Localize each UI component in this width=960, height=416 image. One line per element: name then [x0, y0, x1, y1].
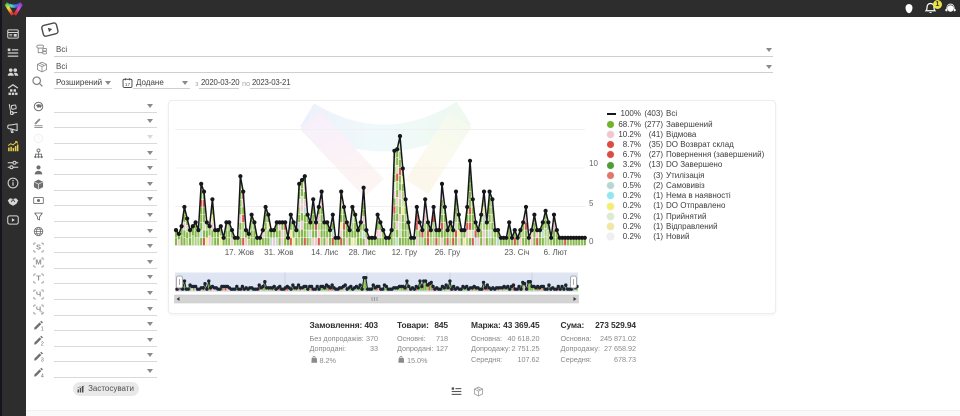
svg-text:6. Лют: 6. Лют: [544, 248, 568, 257]
svg-text:M: M: [35, 258, 41, 267]
svg-text:26. Гру: 26. Гру: [435, 248, 461, 257]
svg-text:23. Січ: 23. Січ: [504, 248, 529, 257]
svg-text:5: 5: [589, 199, 594, 208]
svg-text:17. Жов: 17. Жов: [225, 248, 254, 257]
svg-text:T: T: [36, 273, 41, 282]
svg-text:2: 2: [41, 342, 44, 346]
svg-text:12. Гру: 12. Гру: [392, 248, 418, 257]
svg-text:10: 10: [589, 159, 598, 168]
svg-text:1: 1: [41, 326, 44, 330]
svg-text:б: б: [41, 311, 43, 315]
svg-text:S: S: [36, 242, 41, 251]
svg-text:4: 4: [41, 373, 44, 377]
svg-text:?: ?: [37, 136, 40, 142]
svg-text:17: 17: [125, 82, 131, 88]
svg-text:3: 3: [41, 358, 44, 362]
svg-text:0: 0: [589, 237, 594, 246]
svg-text:14. Лис: 14. Лис: [311, 248, 338, 257]
svg-text:31. Жов: 31. Жов: [264, 248, 293, 257]
svg-text:Ч: Ч: [36, 289, 41, 298]
svg-text:28. Лис: 28. Лис: [349, 248, 376, 257]
